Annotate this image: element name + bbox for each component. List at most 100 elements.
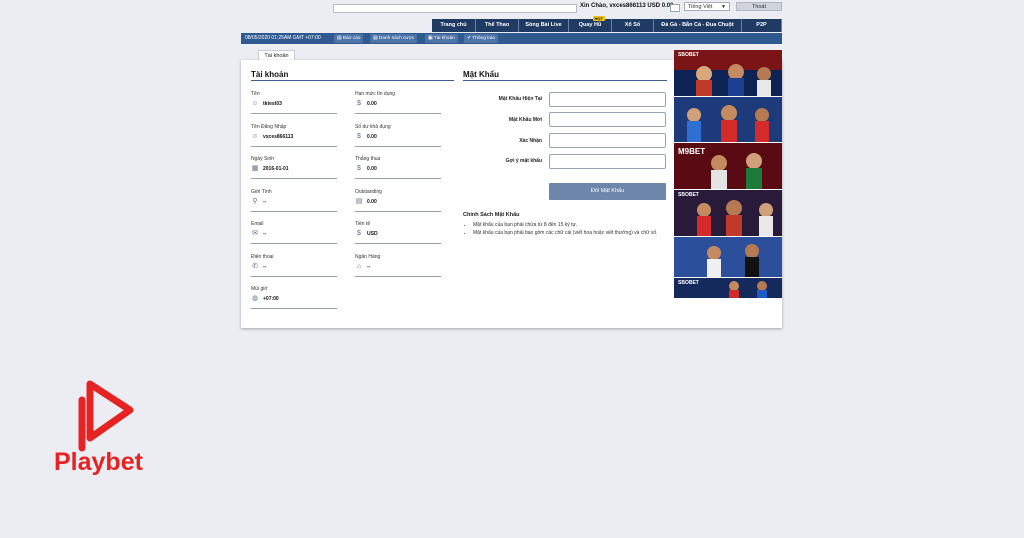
policy-title: Chính Sách Mật Khẩu [463, 212, 520, 218]
top-search-input[interactable] [333, 4, 577, 13]
field-value: 0.00 [367, 198, 377, 205]
account-field: Outstanding ▤ 0.00 [355, 188, 441, 212]
password-hint-input[interactable] [549, 154, 666, 169]
field-underline [355, 145, 441, 147]
banner-5[interactable] [674, 237, 782, 277]
language-value: Tiếng Việt [688, 4, 713, 10]
field-label: Email [251, 221, 264, 227]
logout-button[interactable]: Thoát [736, 2, 782, 11]
bet-list-button[interactable]: ▤ Danh sách cược [370, 34, 418, 43]
field-label: Múi giờ [251, 286, 268, 292]
banner-image [674, 237, 782, 277]
coin-icon: $ [357, 132, 361, 140]
account-button[interactable]: ▣ Tài khoản [425, 34, 458, 43]
calendar-icon: ▦ [251, 165, 259, 172]
field-underline [251, 275, 337, 277]
field-value: 0.00 [367, 133, 377, 140]
nav-cockfight[interactable]: Đá Gà - Bắn Cá - Đua Chuột [654, 19, 742, 32]
coin-icon: $ [357, 165, 361, 172]
banner-sbobet-1[interactable]: SBOBET [674, 50, 782, 96]
field-underline [355, 178, 441, 179]
nav-label: Thể Thao [484, 22, 510, 28]
nav-sports[interactable]: Thể Thao [476, 19, 519, 32]
policy-item: Mật khẩu của bạn phải chứa từ 8 đến 15 k… [473, 222, 673, 229]
field-value: vxces866113 [263, 133, 294, 140]
change-password-button[interactable]: Đổi Mật Khẩu [549, 183, 666, 200]
current-password-input[interactable] [549, 92, 666, 107]
brand-name: Playbet [54, 448, 143, 476]
field-label: Thắng thua [355, 156, 381, 162]
policy-item: Mật khẩu của bạn phải bao gồm các chữ cá… [473, 230, 673, 237]
button-label: Tài khoản [433, 36, 455, 41]
field-value: -- [263, 231, 267, 237]
account-field: Ngày Sinh ▦ 2016-01-01 [251, 156, 337, 179]
field-underline [251, 113, 337, 114]
banner-image [674, 97, 782, 142]
field-label: Outstanding [355, 188, 382, 195]
field-underline [355, 113, 441, 114]
banner-2[interactable] [674, 97, 782, 142]
nav-label: Sòng Bài Live [525, 22, 562, 28]
policy-list: Mật khẩu của bạn phải chứa từ 8 đến 15 k… [463, 222, 673, 238]
account-field: Múi giờ ◍ +07:00 [251, 286, 337, 309]
field-label: Số dư khả dụng [355, 123, 391, 130]
receipt-icon: ▤ [355, 197, 363, 205]
field-underline [251, 243, 337, 244]
field-underline [251, 210, 337, 212]
account-title: Tài khoản [251, 70, 289, 79]
field-value: -- [367, 263, 371, 270]
nav-p2p[interactable]: P2P [742, 19, 782, 32]
password-hint-label: Gợi ý mật khẩu [505, 158, 542, 164]
section-divider [251, 80, 454, 81]
phone-icon: ✆ [252, 262, 258, 270]
password-title: Mật Khẩu [463, 70, 499, 79]
field-value: tktest03 [263, 101, 282, 107]
new-password-input[interactable] [549, 112, 666, 127]
field-value: USD [367, 231, 378, 237]
main-nav: Trang chủ Thể Thao Sòng Bài Live Quay Hũ… [432, 16, 782, 32]
hot-badge: HOT [592, 16, 605, 21]
banner-m9bet[interactable]: M9BET [674, 143, 782, 189]
field-label: Ngày Sinh [251, 156, 275, 162]
account-field: Giới Tính ⚲ -- [251, 188, 337, 212]
nav-slots[interactable]: Quay Hũ HOT [569, 16, 612, 32]
message-icon[interactable] [670, 4, 680, 12]
account-field: Số dư khả dụng $0.00 [355, 123, 441, 147]
button-label: Thông báo [472, 36, 496, 41]
account-field: Tên ☺ tktest03 [251, 91, 337, 114]
field-value: +07:00 [263, 296, 279, 302]
confirm-password-input[interactable] [549, 133, 666, 148]
chevron-down-icon: ▼ [721, 4, 726, 10]
account-field: Tiền tệ $ USD [355, 221, 441, 244]
field-label: Điện thoại [251, 253, 274, 260]
nav-home[interactable]: Trang chủ [432, 19, 476, 32]
field-value: 0.00 [367, 166, 377, 172]
globe-icon: ◍ [251, 295, 259, 302]
field-underline [251, 145, 337, 147]
field-value: 2016-01-01 [263, 166, 289, 172]
language-select[interactable]: Tiếng Việt ▼ [684, 2, 730, 11]
nav-lottery[interactable]: Xổ Số [612, 19, 654, 32]
field-value: 0.00 [367, 101, 377, 107]
account-field: Email ✉ -- [251, 221, 337, 244]
field-label: Tên Đăng Nhập [251, 123, 287, 130]
notify-button[interactable]: ✔ Thông báo [464, 34, 499, 43]
mail-icon: ✉ [252, 230, 258, 237]
coin-icon: $ [357, 230, 361, 237]
field-label: Giới Tính [251, 188, 272, 195]
banner-sbobet-3[interactable]: SBOBET [674, 278, 782, 298]
field-underline [251, 178, 337, 179]
account-field: Điện thoại ✆ -- [251, 253, 337, 277]
nav-label: Trang chủ [440, 22, 467, 28]
banner-label: SBOBET [678, 52, 699, 58]
banner-sbobet-2[interactable]: SBOBET [674, 190, 782, 236]
field-label: Ngân Hàng [355, 253, 381, 260]
section-divider [463, 80, 667, 81]
report-button[interactable]: ▤ Báo cáo [334, 34, 364, 43]
nav-live-casino[interactable]: Sòng Bài Live [519, 19, 569, 32]
field-label: Tên [251, 91, 260, 97]
nav-label: Đá Gà - Bắn Cá - Đua Chuột [661, 22, 734, 28]
account-field: Hạn mức tín dụng $0.00 [355, 91, 441, 114]
nav-label: P2P [756, 22, 767, 28]
user-circle-icon: ☺ [251, 132, 259, 140]
